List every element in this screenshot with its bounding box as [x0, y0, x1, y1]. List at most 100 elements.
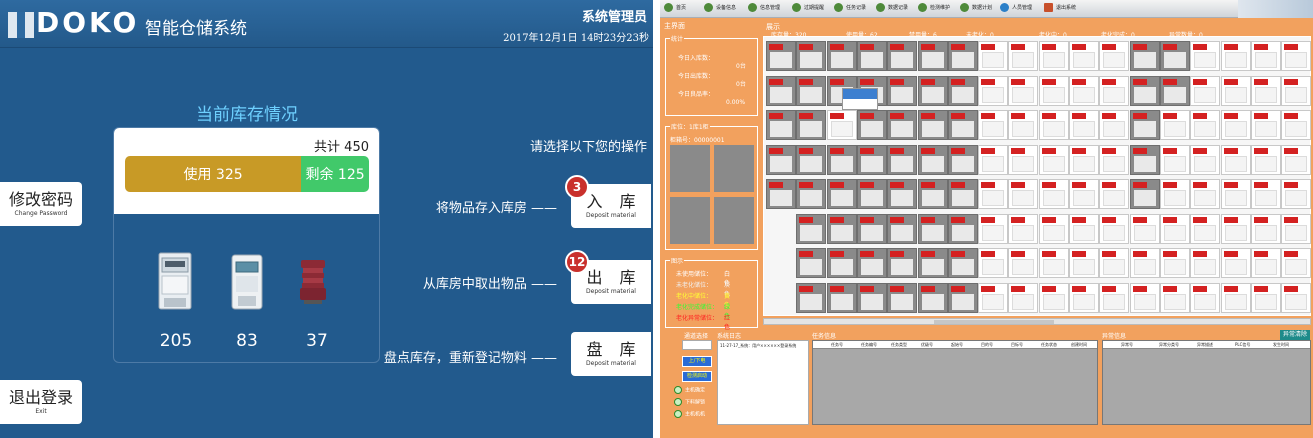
start-test-button[interactable]: 检测启动 — [682, 371, 712, 382]
storage-slot[interactable] — [1038, 41, 1069, 71]
storage-slot[interactable] — [917, 110, 948, 140]
motor-release-control[interactable]: 下料解锁 — [674, 398, 705, 406]
storage-slot[interactable] — [917, 213, 948, 244]
storage-slot[interactable] — [947, 282, 978, 313]
storage-slot[interactable] — [1220, 248, 1251, 278]
task-table[interactable]: 任务号 任务编号 任务类型 优级号 起始号 目的号 目标号 任务状态 创建时间 — [812, 340, 1098, 425]
storage-slot[interactable] — [887, 144, 918, 175]
storage-slot[interactable] — [1038, 179, 1069, 209]
storage-slot[interactable] — [1099, 282, 1130, 313]
storage-slot[interactable] — [1220, 282, 1251, 313]
storage-slot[interactable] — [1250, 75, 1281, 106]
storage-slot[interactable] — [1099, 213, 1130, 244]
storage-slot[interactable] — [1281, 110, 1312, 140]
storage-slot[interactable] — [1159, 75, 1190, 106]
storage-slot[interactable] — [1069, 282, 1099, 313]
storage-slot[interactable] — [1129, 213, 1160, 244]
storage-slot[interactable] — [1008, 213, 1039, 244]
table-column-header[interactable]: 任务号 — [831, 342, 843, 348]
storage-slot[interactable] — [1159, 248, 1190, 278]
storage-slot[interactable] — [1250, 213, 1281, 244]
storage-slot[interactable] — [1250, 179, 1281, 209]
storage-slot[interactable] — [1099, 144, 1130, 175]
table-column-header[interactable]: 异常描述 — [1197, 342, 1213, 348]
storage-slot[interactable] — [856, 110, 887, 140]
storage-slot[interactable] — [1250, 41, 1281, 71]
storage-slot[interactable] — [826, 110, 857, 140]
storage-slot[interactable] — [1129, 41, 1160, 71]
storage-slot[interactable] — [1038, 75, 1069, 106]
storage-slot[interactable] — [1038, 213, 1069, 244]
storage-slot[interactable] — [1099, 248, 1130, 278]
storage-slot[interactable] — [1190, 144, 1221, 175]
storage-slot[interactable] — [1250, 144, 1281, 175]
storage-slot[interactable] — [1069, 41, 1099, 71]
table-column-header[interactable]: 任务状态 — [1041, 342, 1057, 348]
storage-slot[interactable] — [1099, 41, 1130, 71]
clear-abnormal-button[interactable]: 异常清除 — [1280, 330, 1310, 340]
power-toggle-button[interactable]: 上/下电 — [682, 356, 712, 367]
storage-slot[interactable] — [1038, 144, 1069, 175]
storage-slot[interactable] — [978, 282, 1009, 313]
grid-scrollbar[interactable] — [763, 318, 1311, 325]
storage-slot[interactable] — [856, 41, 887, 71]
storage-slot[interactable] — [1008, 282, 1039, 313]
storage-slot[interactable] — [1159, 41, 1190, 71]
storage-slot[interactable] — [1069, 179, 1099, 209]
storage-slot[interactable] — [978, 248, 1009, 278]
context-menu-item-1[interactable] — [843, 89, 877, 99]
storage-slot[interactable] — [826, 282, 857, 313]
storage-slot[interactable] — [766, 110, 796, 140]
storage-slot[interactable] — [1038, 248, 1069, 278]
storage-slot[interactable] — [796, 144, 827, 175]
storage-slot[interactable] — [887, 41, 918, 71]
storage-slot[interactable] — [978, 41, 1009, 71]
storage-slot[interactable] — [856, 282, 887, 313]
storage-slot[interactable] — [1281, 213, 1312, 244]
storage-slot[interactable] — [1159, 110, 1190, 140]
storage-slot[interactable] — [1129, 282, 1160, 313]
storage-slot[interactable] — [1159, 213, 1190, 244]
storage-slot[interactable] — [887, 282, 918, 313]
storage-slot[interactable] — [1220, 144, 1251, 175]
storage-slot[interactable] — [796, 213, 827, 244]
storage-slot[interactable] — [796, 248, 827, 278]
storage-slot[interactable] — [887, 75, 918, 106]
storage-slot[interactable] — [978, 213, 1009, 244]
storage-slot[interactable] — [1220, 75, 1251, 106]
storage-slot[interactable] — [796, 110, 827, 140]
storage-slot[interactable] — [1220, 110, 1251, 140]
storage-slot[interactable] — [1220, 213, 1251, 244]
storage-slot[interactable] — [1008, 248, 1039, 278]
toolbar-plan[interactable]: 数据计划 — [960, 3, 992, 15]
storage-slot[interactable] — [917, 144, 948, 175]
storage-slot[interactable] — [1129, 179, 1160, 209]
toolbar-info-manage[interactable]: 信息管理 — [748, 3, 780, 15]
storage-slot[interactable] — [1190, 110, 1221, 140]
storage-slot[interactable] — [766, 41, 796, 71]
table-column-header[interactable]: 目的号 — [981, 342, 993, 348]
storage-slot[interactable] — [1069, 110, 1099, 140]
storage-slot[interactable] — [887, 248, 918, 278]
storage-slot[interactable] — [796, 75, 827, 106]
system-log[interactable]: 11-27-17_系统：用户××××××登录系统 — [717, 340, 809, 425]
storage-slot[interactable] — [1220, 41, 1251, 71]
storage-slot[interactable] — [796, 282, 827, 313]
storage-slot[interactable] — [1129, 144, 1160, 175]
inventory-check-button[interactable]: 盘 库 Deposit material — [571, 332, 651, 376]
storage-slot[interactable] — [1250, 282, 1281, 313]
storage-slot[interactable] — [978, 144, 1009, 175]
storage-slot[interactable] — [1069, 75, 1099, 106]
storage-slot[interactable] — [796, 41, 827, 71]
storage-slot[interactable] — [1190, 41, 1221, 71]
storage-slot[interactable] — [1038, 110, 1069, 140]
channel-select[interactable] — [682, 340, 712, 350]
storage-slot[interactable] — [1250, 248, 1281, 278]
storage-slot[interactable] — [1008, 75, 1039, 106]
storage-slot[interactable] — [856, 213, 887, 244]
storage-slot[interactable] — [1069, 213, 1099, 244]
storage-slot[interactable] — [1190, 213, 1221, 244]
storage-slot[interactable] — [1129, 248, 1160, 278]
storage-slot[interactable] — [1159, 179, 1190, 209]
storage-slot[interactable] — [766, 75, 796, 106]
